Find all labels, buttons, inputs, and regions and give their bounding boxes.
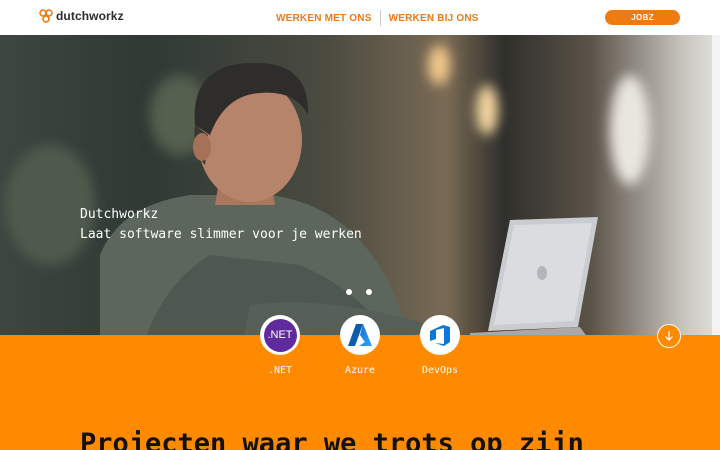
tech-circle: .NET [260, 315, 300, 355]
nav-werken-met-ons[interactable]: WERKEN MET ONS [276, 13, 372, 24]
hero-edge [712, 35, 720, 335]
tech-circle [420, 315, 460, 355]
tech-devops[interactable]: DevOps [420, 315, 460, 376]
dutchworkz-logo-icon [39, 9, 53, 23]
hero-brand: Dutchworkz [80, 207, 159, 222]
hero-banner: Dutchworkz Laat software slimmer voor je… [0, 35, 720, 335]
hero-tagline: Laat software slimmer voor je werken [80, 227, 362, 242]
tech-label: Azure [344, 365, 376, 376]
main-nav: WERKEN MET ONS WERKEN BIJ ONS [276, 10, 479, 26]
azure-icon [348, 324, 372, 346]
hero-text: Dutchworkz Laat software slimmer voor je… [80, 205, 362, 245]
tech-label: DevOps [421, 365, 459, 376]
jobz-button[interactable]: JOBZ [605, 10, 680, 25]
arrow-down-icon [665, 331, 673, 341]
tech-circle [340, 315, 380, 355]
dotnet-icon: .NET [263, 318, 297, 352]
site-header: dutchworkz WERKEN MET ONS WERKEN BIJ ONS… [0, 0, 720, 35]
carousel-dot[interactable] [346, 289, 352, 295]
devops-icon [430, 325, 450, 346]
carousel-dot[interactable] [366, 289, 372, 295]
tech-azure[interactable]: Azure [340, 315, 380, 376]
laptop-image [470, 217, 598, 335]
tech-dotnet[interactable]: .NET .NET [260, 315, 300, 376]
scroll-down-button[interactable] [657, 324, 681, 348]
bokeh-light [476, 85, 498, 135]
logo[interactable]: dutchworkz [39, 9, 124, 23]
nav-divider [379, 10, 381, 26]
tech-label: .NET [267, 365, 293, 376]
person-working-image [100, 62, 460, 335]
carousel-dots [346, 289, 372, 295]
logo-text: dutchworkz [56, 9, 124, 23]
section-title: Projecten waar we trots op zijn [80, 428, 584, 450]
nav-werken-bij-ons[interactable]: WERKEN BIJ ONS [389, 13, 479, 24]
bokeh-light [610, 75, 650, 185]
